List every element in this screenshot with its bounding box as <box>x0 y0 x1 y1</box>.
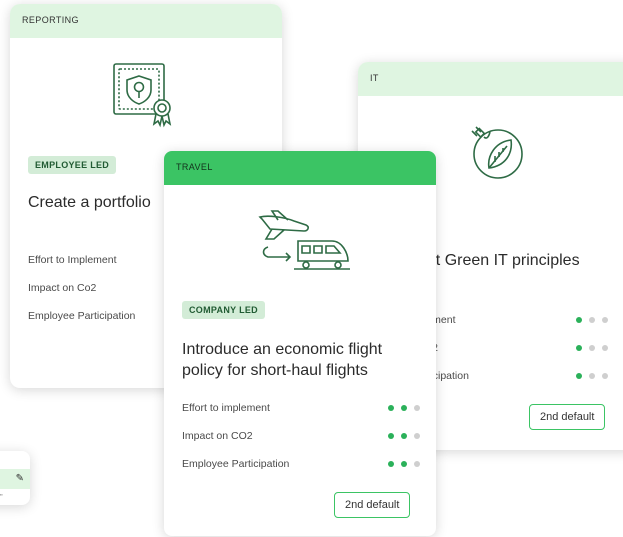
card-category: TRAVEL <box>164 151 436 185</box>
metric-label: Employee Participation <box>182 458 290 470</box>
metric-participation: rticipation <box>424 362 610 390</box>
metric-participation: Employee Participation <box>182 450 422 478</box>
lead-tag: EMPLOYEE LED <box>28 156 117 174</box>
pencil-icon[interactable]: ✎ <box>16 473 24 484</box>
dot-empty <box>589 317 595 323</box>
card-category: REPORTING <box>10 4 282 38</box>
metric-impact: Impact on CO2 <box>182 422 422 450</box>
dot-empty <box>602 317 608 323</box>
rating-dots <box>576 345 608 351</box>
metric-label: Impact on CO2 <box>182 430 253 442</box>
dot-empty <box>414 461 420 467</box>
partial-card-header: ✎ <box>0 469 30 489</box>
metric-label: Effort to implement <box>182 402 270 414</box>
metrics-list: lement O2 rticipation <box>424 306 610 390</box>
dot-filled <box>576 373 582 379</box>
lead-tag: COMPANY LED <box>182 301 265 319</box>
dot-filled <box>401 433 407 439</box>
card-title: ent Green IT principles <box>418 252 580 269</box>
dot-filled <box>401 461 407 467</box>
dot-filled <box>401 405 407 411</box>
card-category: IT <box>358 62 623 96</box>
rating-dots <box>576 317 608 323</box>
certificate-shield-icon <box>10 62 282 128</box>
default-button[interactable]: 2nd default <box>334 492 411 518</box>
dot-filled <box>388 405 394 411</box>
rating-dots <box>576 373 608 379</box>
card-title: Create a portfolio <box>28 194 151 211</box>
dot-empty <box>589 373 595 379</box>
dot-empty <box>589 345 595 351</box>
dot-filled <box>388 433 394 439</box>
rating-dots <box>388 433 420 439</box>
dot-empty <box>414 405 420 411</box>
dot-empty <box>414 433 420 439</box>
metric-impact: O2 <box>424 334 610 362</box>
dot-empty <box>602 373 608 379</box>
stage: ✎ ▪▪ REPORTING EMPLOYEE LED Create a por… <box>0 0 623 537</box>
rating-dots <box>388 405 420 411</box>
plane-train-icon <box>164 205 436 275</box>
card-title: Introduce an economic flight policy for … <box>182 341 383 379</box>
dot-filled <box>576 317 582 323</box>
rating-dots <box>388 461 420 467</box>
metric-effort: Effort to implement <box>182 394 422 422</box>
partial-card[interactable]: ✎ ▪▪ <box>0 451 30 505</box>
metric-label: Employee Participation <box>28 310 136 322</box>
dot-empty <box>602 345 608 351</box>
partial-card-text: ▪▪ <box>0 492 3 497</box>
dot-filled <box>388 461 394 467</box>
metric-effort: lement <box>424 306 610 334</box>
metric-label: Impact on Co2 <box>28 282 97 294</box>
metrics-list: Effort to implement Impact on CO2 Employ… <box>182 394 422 478</box>
card-travel[interactable]: TRAVEL COMPANY LED Introduce an economic… <box>164 151 436 536</box>
metric-label: Effort to Implement <box>28 254 117 266</box>
default-button[interactable]: 2nd default <box>529 404 606 430</box>
dot-filled <box>576 345 582 351</box>
